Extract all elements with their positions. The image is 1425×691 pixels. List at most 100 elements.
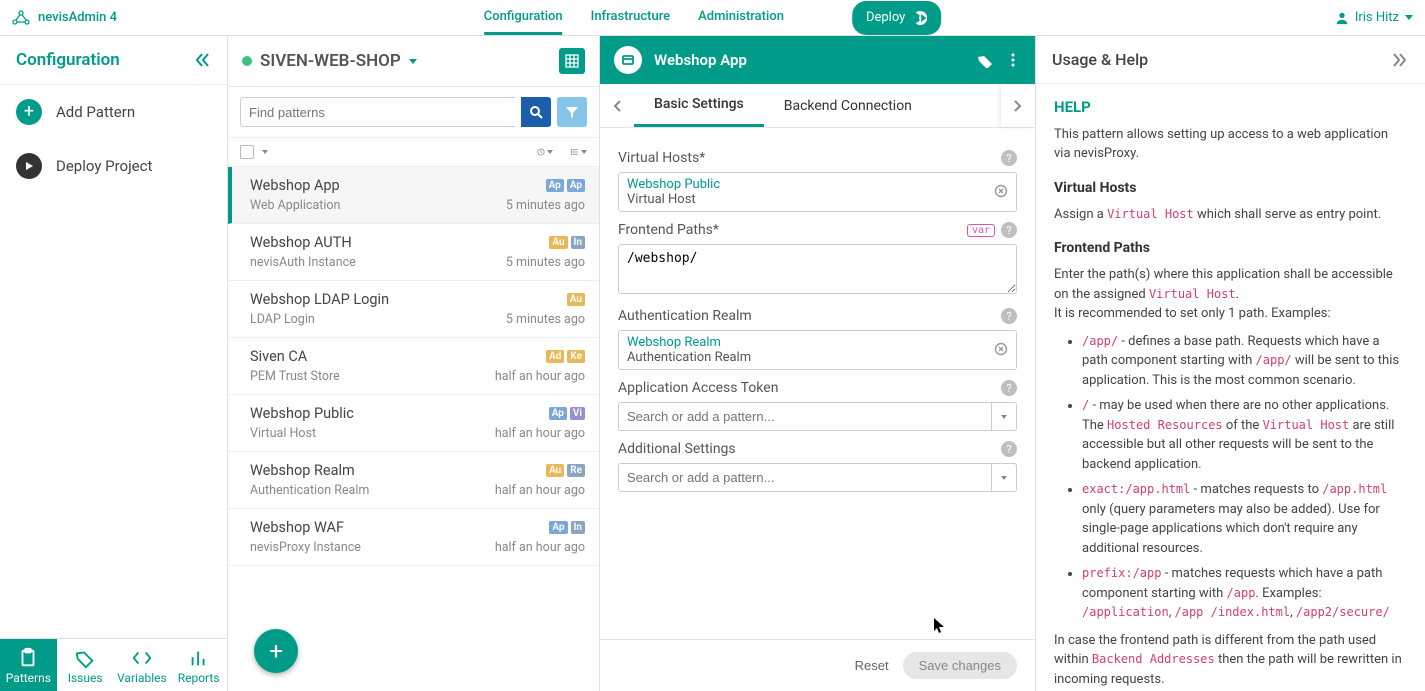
help-icon[interactable]: ? — [1001, 150, 1017, 166]
realm-ref: Webshop Realm — [627, 335, 1008, 350]
form-column: Webshop App Basic Settings Backend Conne… — [600, 36, 1036, 691]
c: Virtual Host — [1263, 418, 1350, 432]
c: /application — [1082, 605, 1169, 619]
help-icon[interactable]: ? — [1001, 441, 1017, 457]
pattern-type: nevisAuth Instance — [250, 255, 356, 270]
chevron-down-icon — [547, 150, 553, 154]
filter-button[interactable] — [557, 97, 587, 127]
search-icon — [529, 105, 543, 119]
fab-add-pattern[interactable]: + — [254, 629, 298, 673]
clear-icon[interactable] — [994, 184, 1010, 200]
app-token-input[interactable] — [618, 402, 991, 431]
help-intro: This pattern allows setting up access to… — [1054, 125, 1407, 164]
t: - matches requests to — [1190, 482, 1322, 497]
virtual-hosts-field[interactable]: Webshop Public Virtual Host — [618, 172, 1017, 212]
help-fp-p1: Enter the path(s) where this application… — [1054, 265, 1407, 304]
sidebar-add-pattern-label: Add Pattern — [56, 103, 135, 121]
c: exact:/app.html — [1082, 482, 1190, 496]
pattern-item[interactable]: Siven CAAdKe PEM Trust Storehalf an hour… — [228, 338, 599, 395]
nav-deploy-button[interactable]: Deploy — [852, 1, 941, 35]
tab-scroll-right[interactable] — [1001, 85, 1035, 127]
pattern-type: Web Application — [250, 198, 340, 213]
pattern-type: PEM Trust Store — [250, 369, 340, 384]
nav-configuration[interactable]: Configuration — [484, 1, 563, 35]
status-dot-icon — [242, 56, 252, 66]
badge: Vi — [570, 407, 585, 420]
help-panel-title: Usage & Help — [1052, 50, 1148, 69]
footer-reports-label: Reports — [178, 671, 220, 685]
clear-icon[interactable] — [994, 342, 1010, 358]
footer-reports[interactable]: Reports — [170, 639, 227, 691]
nav-infrastructure[interactable]: Infrastructure — [591, 1, 671, 35]
grid-view-button[interactable] — [559, 48, 585, 74]
select-menu-caret[interactable] — [262, 150, 268, 154]
help-icon[interactable]: ? — [1001, 308, 1017, 324]
dropdown-button[interactable] — [991, 463, 1017, 492]
vhost-sub: Virtual Host — [627, 192, 1008, 207]
pattern-time: half an hour ago — [495, 426, 585, 441]
chart-icon — [188, 647, 210, 669]
help-icon[interactable]: ? — [1001, 380, 1017, 396]
pattern-type-icon — [614, 46, 642, 74]
badge: Au — [546, 464, 564, 477]
sidebar-add-pattern[interactable]: + Add Pattern — [0, 85, 227, 139]
pattern-item[interactable]: Webshop RealmAuRe Authentication Realmha… — [228, 452, 599, 509]
form-tabs: Basic Settings Backend Connection — [600, 84, 1035, 128]
badge: Ke — [567, 350, 585, 363]
app-logo[interactable]: nevisAdmin 4 — [12, 10, 117, 26]
c: Hosted Resources — [1107, 418, 1223, 432]
tab-backend-connection[interactable]: Backend Connection — [764, 86, 932, 126]
pattern-item[interactable]: Webshop WAFApIn nevisProxy Instancehalf … — [228, 509, 599, 566]
pattern-item[interactable]: Webshop PublicApVi Virtual Hosthalf an h… — [228, 395, 599, 452]
footer-variables[interactable]: Variables — [114, 639, 171, 691]
more-icon[interactable] — [1005, 52, 1021, 68]
pattern-time: 5 minutes ago — [506, 255, 585, 270]
select-all-checkbox[interactable] — [240, 145, 254, 159]
collapse-sidebar-icon[interactable] — [193, 51, 211, 69]
project-name: SIVEN-WEB-SHOP — [260, 51, 401, 71]
pattern-item[interactable]: Webshop AUTHAuIn nevisAuth Instance5 min… — [228, 224, 599, 281]
c: Virtual Host — [1107, 207, 1194, 221]
search-button[interactable] — [521, 97, 551, 127]
tab-scroll-left[interactable] — [600, 85, 634, 127]
project-header[interactable]: SIVEN-WEB-SHOP — [228, 36, 599, 87]
footer-patterns[interactable]: Patterns — [0, 639, 57, 691]
reset-button[interactable]: Reset — [855, 652, 889, 679]
help-fp-head: Frontend Paths — [1054, 238, 1407, 259]
pattern-search-input[interactable] — [240, 97, 515, 127]
footer-patterns-label: Patterns — [6, 671, 51, 685]
dropdown-button[interactable] — [991, 402, 1017, 431]
collapse-help-icon[interactable] — [1391, 51, 1409, 69]
user-menu[interactable]: Iris Hitz — [1335, 10, 1413, 25]
footer-variables-label: Variables — [117, 671, 167, 685]
c: /app/ — [1082, 334, 1118, 348]
nav-deploy-label: Deploy — [866, 10, 905, 25]
view-button[interactable] — [571, 144, 587, 160]
footer-issues[interactable]: Issues — [57, 639, 114, 691]
pattern-title: Webshop LDAP Login — [250, 291, 389, 308]
form-body: Virtual Hosts* ? Webshop Public Virtual … — [600, 128, 1035, 639]
save-button[interactable]: Save changes — [903, 652, 1017, 679]
frontend-paths-input[interactable] — [618, 244, 1017, 294]
pattern-item[interactable]: Webshop LDAP LoginAu LDAP Login5 minutes… — [228, 281, 599, 338]
label-auth-realm-text: Authentication Realm — [618, 308, 752, 324]
pattern-item[interactable]: Webshop AppApAp Web Application5 minutes… — [228, 167, 599, 224]
label-app-token-text: Application Access Token — [618, 380, 778, 396]
pattern-time: 5 minutes ago — [506, 312, 585, 327]
badge: In — [571, 521, 585, 534]
additional-input[interactable] — [618, 463, 991, 492]
auth-realm-field[interactable]: Webshop Realm Authentication Realm — [618, 330, 1017, 370]
app-token-combo[interactable] — [618, 402, 1017, 431]
nav-administration[interactable]: Administration — [698, 1, 784, 35]
help-heading: HELP — [1054, 96, 1407, 119]
tab-basic-settings[interactable]: Basic Settings — [634, 84, 764, 127]
var-chip[interactable]: var — [967, 224, 995, 237]
tag-icon[interactable] — [977, 52, 993, 68]
sort-clock-button[interactable] — [537, 144, 553, 160]
sidebar: Configuration + Add Pattern Deploy Proje… — [0, 36, 228, 691]
sidebar-deploy-project[interactable]: Deploy Project — [0, 139, 227, 193]
help-header: Usage & Help — [1036, 36, 1425, 84]
help-icon[interactable]: ? — [1001, 222, 1017, 238]
additional-combo[interactable] — [618, 463, 1017, 492]
pattern-type: Authentication Realm — [250, 483, 369, 498]
